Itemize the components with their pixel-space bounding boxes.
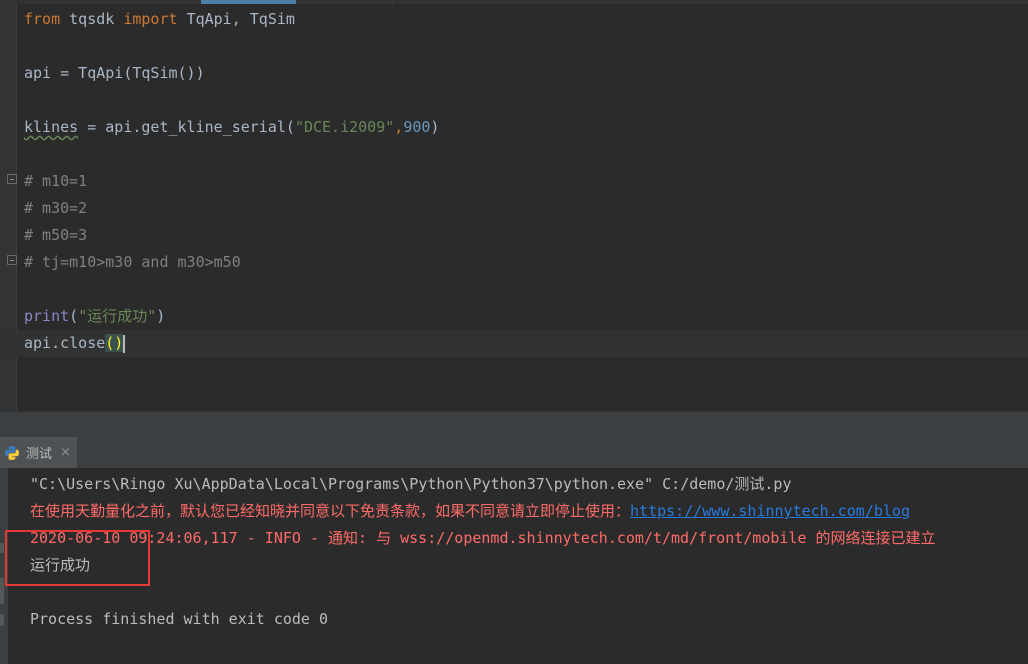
code-token: # tj=m10>m30 and m30>m50: [24, 253, 241, 271]
console-command-line: "C:\Users\Ringo Xu\AppData\Local\Program…: [30, 475, 792, 493]
toolbar-marker: [0, 614, 4, 626]
console-log-line: 2020-06-10 09:24:06,117 - INFO - 通知: 与 w…: [30, 529, 936, 547]
code-token: 900: [403, 118, 431, 136]
code-line[interactable]: api = TqApi(TqSim()): [24, 60, 1028, 87]
code-line[interactable]: # m30=2: [24, 195, 1028, 222]
code-token: # m50=3: [24, 226, 88, 244]
code-token: klines: [24, 118, 79, 136]
code-token: # m30=2: [24, 199, 88, 217]
code-token: ): [156, 307, 166, 325]
toolbar-marker: [0, 578, 4, 604]
code-token: (): [105, 334, 124, 352]
editor-tab-strip: [0, 0, 1028, 4]
python-icon: [5, 445, 19, 460]
code-token: "DCE.i2009": [294, 118, 395, 136]
close-icon[interactable]: ×: [60, 445, 71, 460]
code-token: ): [430, 118, 440, 136]
console-output[interactable]: "C:\Users\Ringo Xu\AppData\Local\Program…: [30, 471, 1028, 633]
code-line[interactable]: ​: [24, 87, 1028, 114]
code-line[interactable]: from tqsdk import TqApi, TqSim: [24, 6, 1028, 33]
annotation-highlight-box: [5, 530, 150, 586]
run-tab-label: 测试: [26, 447, 53, 462]
code-line[interactable]: ​: [24, 33, 1028, 60]
run-tool-window-header: 测试 ×: [0, 437, 1028, 469]
active-tab-indicator: [201, 0, 296, 4]
code-token: tqsdk: [60, 10, 124, 28]
code-line[interactable]: # m50=3: [24, 222, 1028, 249]
disclaimer-link[interactable]: https://www.shinnytech.com/blog: [630, 502, 910, 520]
tab-separator: [392, 0, 393, 4]
code-line[interactable]: # tj=m10>m30 and m30>m50: [24, 249, 1028, 276]
code-token: TqApi, TqSim: [177, 10, 295, 28]
text-caret: [123, 334, 126, 353]
code-line[interactable]: ​: [24, 276, 1028, 303]
code-line[interactable]: print("运行成功"): [24, 303, 1028, 330]
code-token: = api.get_kline_serial(: [78, 118, 295, 136]
code-editor[interactable]: from tqsdk import TqApi, TqSim​api = TqA…: [0, 0, 1028, 411]
code-token: # m10=1: [24, 172, 88, 190]
code-line[interactable]: klines = api.get_kline_serial("DCE.i2009…: [24, 114, 1028, 141]
code-line[interactable]: # m10=1: [24, 168, 1028, 195]
code-token: "运行成功": [78, 307, 157, 325]
panel-splitter[interactable]: [0, 411, 1028, 437]
toolbar-marker: [0, 543, 4, 553]
run-console-panel: "C:\Users\Ringo Xu\AppData\Local\Program…: [0, 468, 1028, 664]
fold-icon[interactable]: [7, 174, 17, 184]
code-token: from: [24, 10, 61, 28]
code-token: print: [24, 307, 70, 325]
console-disclaimer-line: 在使用天勤量化之前，默认您已经知晓并同意以下免责条款，如果不同意请立即停止使用：…: [30, 498, 1028, 525]
code-token: (: [69, 307, 79, 325]
code-area[interactable]: from tqsdk import TqApi, TqSim​api = TqA…: [0, 6, 1028, 357]
fold-icon[interactable]: [7, 255, 17, 265]
run-tab[interactable]: 测试 ×: [0, 437, 77, 468]
code-token: import: [123, 10, 178, 28]
code-line[interactable]: api.close(): [0, 330, 1028, 357]
console-exit-line: Process finished with exit code 0: [30, 610, 329, 628]
code-token: api.close: [24, 334, 106, 352]
code-token: api = TqApi(TqSim()): [24, 64, 205, 82]
disclaimer-text: 在使用天勤量化之前，默认您已经知晓并同意以下免责条款，如果不同意请立即停止使用：: [30, 502, 631, 520]
code-line[interactable]: ​: [24, 141, 1028, 168]
console-output-line: 运行成功: [30, 556, 91, 574]
code-token: ,: [394, 118, 404, 136]
